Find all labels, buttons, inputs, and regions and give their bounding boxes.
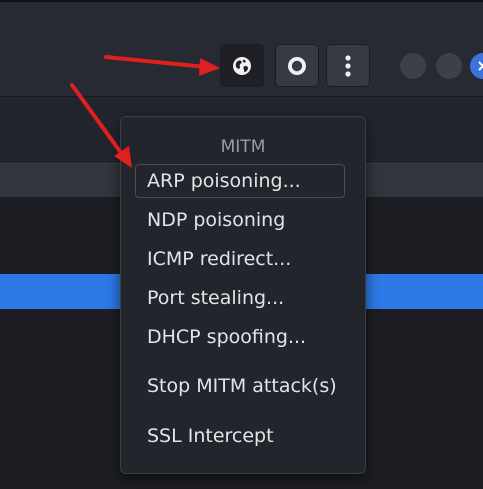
vertical-dots-icon [345, 54, 351, 77]
record-button[interactable] [276, 45, 318, 86]
more-options-button[interactable] [327, 45, 369, 86]
close-icon [478, 61, 483, 71]
menu-item-ssl-intercept[interactable]: SSL Intercept [135, 419, 345, 453]
menu-item-arp-poisoning[interactable]: ARP poisoning... [135, 164, 345, 198]
menu-item-icmp-redirect[interactable]: ICMP redirect... [135, 242, 345, 276]
menu-title: MITM [220, 137, 266, 157]
window-maximize-button[interactable] [436, 53, 462, 79]
window-top-border [0, 0, 483, 2]
app-window: MITM ARP poisoning... NDP poisoning ICMP… [0, 0, 483, 489]
header-bar [0, 0, 483, 97]
window-close-button[interactable] [470, 53, 483, 79]
menu-item-port-stealing[interactable]: Port stealing... [135, 281, 345, 315]
menu-item-stop-mitm[interactable]: Stop MITM attack(s) [135, 369, 345, 403]
menu-item-ndp-poisoning[interactable]: NDP poisoning [135, 203, 345, 237]
mitm-menu-button[interactable] [221, 45, 263, 86]
menu-item-dhcp-spoofing[interactable]: DHCP spoofing... [135, 320, 345, 354]
mitm-popup-menu: MITM ARP poisoning... NDP poisoning ICMP… [120, 116, 366, 474]
record-icon [288, 56, 306, 75]
window-minimize-button[interactable] [400, 53, 426, 79]
globe-icon [233, 56, 251, 75]
